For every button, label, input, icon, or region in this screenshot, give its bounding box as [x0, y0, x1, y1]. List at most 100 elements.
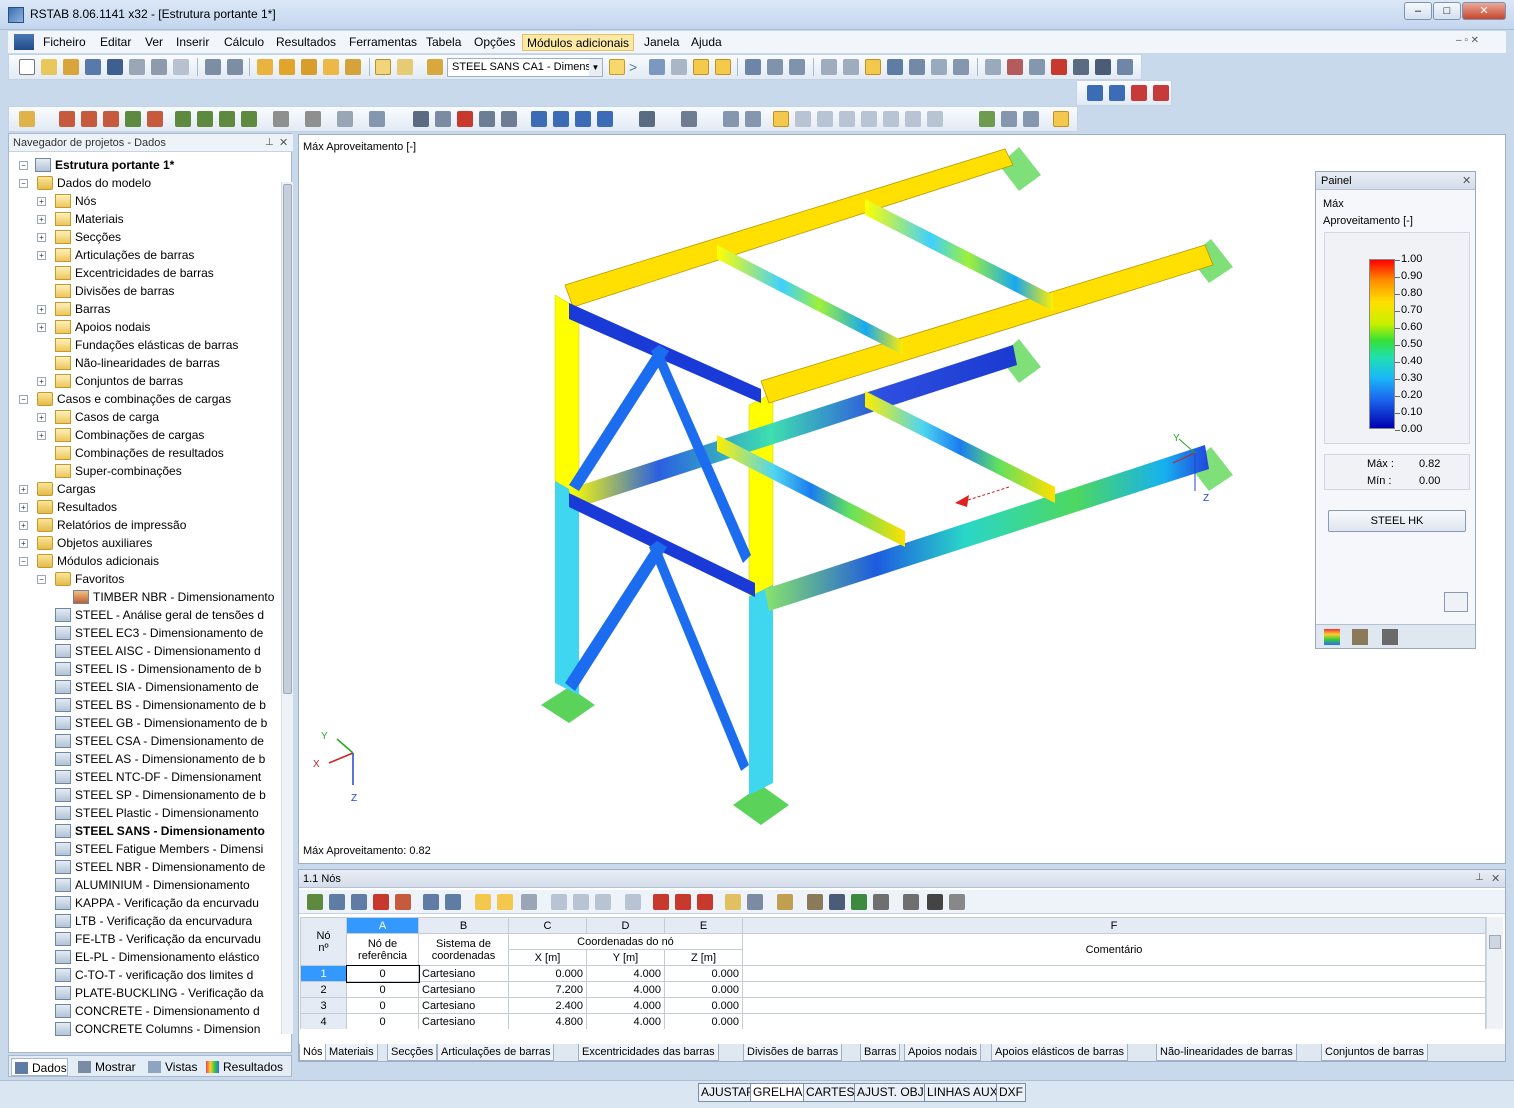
chevron-down-icon[interactable]: ▼: [589, 59, 602, 76]
menu-modulos-adicionais[interactable]: Módulos adicionais: [522, 34, 635, 51]
zoom-icon[interactable]: [865, 59, 881, 75]
new-member3-icon[interactable]: [103, 111, 119, 127]
table-tool-icon[interactable]: [949, 894, 965, 910]
factor-icon[interactable]: [1382, 629, 1398, 645]
balance-icon[interactable]: [1352, 629, 1368, 645]
tree-item[interactable]: − Casos e combinações de cargas: [9, 390, 281, 408]
table-cell[interactable]: 2: [300, 981, 347, 998]
tree-item[interactable]: ALUMINIUM - Dimensionamento: [9, 876, 281, 894]
new-hinge-icon[interactable]: [147, 111, 163, 127]
results-on-icon[interactable]: [323, 59, 339, 75]
moment-my-icon[interactable]: [861, 111, 877, 127]
dimension-icon[interactable]: [789, 59, 805, 75]
line-icon[interactable]: [745, 111, 761, 127]
tree-item[interactable]: STEEL AISC - Dimensionamento d: [9, 642, 281, 660]
col-letter-c[interactable]: C: [508, 917, 587, 934]
table-cell[interactable]: 4.800: [508, 1013, 587, 1029]
tree-item[interactable]: STEEL SP - Dimensionamento de b: [9, 786, 281, 804]
table-cell[interactable]: 0: [345, 964, 420, 983]
rotate-icon[interactable]: [909, 59, 925, 75]
tree-item[interactable]: STEEL Fatigue Members - Dimensi: [9, 840, 281, 858]
visibility-icon[interactable]: [435, 111, 451, 127]
tree-item[interactable]: Divisões de barras: [9, 282, 281, 300]
table-cell[interactable]: 4.000: [586, 981, 665, 998]
maximize-button[interactable]: □: [1433, 2, 1461, 20]
tree-item[interactable]: Não-linearidades de barras: [9, 354, 281, 372]
save-all-icon[interactable]: [85, 59, 101, 75]
preview-icon[interactable]: [173, 59, 189, 75]
status-grelha[interactable]: GRELHA: [750, 1083, 806, 1102]
export-report-icon[interactable]: [1153, 85, 1169, 101]
menu-janela[interactable]: Janela: [640, 34, 683, 51]
table-tool-icon[interactable]: [445, 894, 461, 910]
expand-icon[interactable]: +: [37, 305, 46, 314]
calculate-all-icon[interactable]: [279, 59, 295, 75]
table-row[interactable]: 3 0 Cartesiano 2.400 4.000 0.000: [300, 997, 1486, 1014]
menu-resultados[interactable]: Resultados: [272, 34, 340, 51]
menu-inserir[interactable]: Inserir: [172, 34, 213, 51]
tree-item[interactable]: − Módulos adicionais: [9, 552, 281, 570]
export-excel-icon[interactable]: [1109, 85, 1125, 101]
view-z-icon[interactable]: [575, 111, 591, 127]
table2-icon[interactable]: [397, 59, 413, 75]
support-results-icon[interactable]: [979, 111, 995, 127]
tree-item[interactable]: + Resultados: [9, 498, 281, 516]
tree-item[interactable]: + Barras: [9, 300, 281, 318]
table-cell[interactable]: 0: [346, 1013, 419, 1029]
col-letter-d[interactable]: D: [586, 917, 665, 934]
table-cell[interactable]: 0.000: [508, 965, 587, 982]
view-y-icon[interactable]: [553, 111, 569, 127]
tree-item[interactable]: + Objetos auxiliares: [9, 534, 281, 552]
table-tool-icon[interactable]: [475, 894, 491, 910]
tree-item[interactable]: STEEL - Análise geral de tensões d: [9, 606, 281, 624]
table-tool-icon[interactable]: [675, 894, 691, 910]
sheet-tab[interactable]: Divisões de barras: [743, 1044, 843, 1061]
support-6[interactable]: [733, 785, 789, 825]
undo-icon[interactable]: [205, 59, 221, 75]
close-icon[interactable]: ✕: [279, 136, 288, 149]
table-cell-comment[interactable]: [742, 997, 1486, 1014]
table-tool-icon[interactable]: [829, 894, 845, 910]
table-cell[interactable]: 0.000: [664, 1013, 743, 1029]
tree-item[interactable]: + Relatórios de impressão: [9, 516, 281, 534]
calculate-icon[interactable]: [257, 59, 273, 75]
display-icon[interactable]: [681, 111, 697, 127]
menu-calculo[interactable]: Cálculo: [220, 34, 268, 51]
table-tool-icon[interactable]: [551, 894, 567, 910]
table-tool-icon[interactable]: [423, 894, 439, 910]
tree-item[interactable]: LTB - Verificação da encurvadura: [9, 912, 281, 930]
force-n-icon[interactable]: [773, 111, 789, 127]
table-cell-comment[interactable]: [742, 981, 1486, 998]
expand-icon[interactable]: +: [19, 485, 28, 494]
moment-mt-icon[interactable]: [839, 111, 855, 127]
table-tool-icon[interactable]: [747, 894, 763, 910]
tree-item[interactable]: − Dados do modelo: [9, 174, 281, 192]
table-tool-icon[interactable]: [807, 894, 823, 910]
next-icon[interactable]: >: [629, 59, 637, 75]
expand-icon[interactable]: +: [37, 377, 46, 386]
tree-item[interactable]: FE-LTB - Verificação da encurvadu: [9, 930, 281, 948]
table-cell[interactable]: 0: [346, 981, 419, 998]
column-upper-left[interactable]: [554, 294, 580, 496]
table-tool-icon[interactable]: [903, 894, 919, 910]
sheet-tab[interactable]: Secções: [387, 1044, 438, 1061]
tree-item[interactable]: C-TO-T - verificação dos limites d: [9, 966, 281, 984]
mdi-controls[interactable]: ‒ ▫ ✕: [1456, 35, 1479, 46]
table-tool-icon[interactable]: [395, 894, 411, 910]
tree-item[interactable]: Combinações de resultados: [9, 444, 281, 462]
table-tool-icon[interactable]: [777, 894, 793, 910]
table-cell[interactable]: 0.000: [664, 965, 743, 982]
tree-item[interactable]: STEEL NTC-DF - Dimensionament: [9, 768, 281, 786]
tree-item[interactable]: − Favoritos: [9, 570, 281, 588]
status-ajust-obj[interactable]: AJUST. OBJ.: [854, 1083, 931, 1102]
collapse-icon[interactable]: −: [37, 575, 46, 584]
table-cell[interactable]: Cartesiano: [418, 965, 509, 982]
moment-mz-icon[interactable]: [883, 111, 899, 127]
table-tool-icon[interactable]: [595, 894, 611, 910]
export-pdf-icon[interactable]: [1131, 85, 1147, 101]
table-cell[interactable]: 3: [300, 997, 347, 1014]
tree-item[interactable]: STEEL SANS - Dimensionamento: [9, 822, 281, 840]
sheet-tab[interactable]: Apoios nodais: [904, 1044, 982, 1061]
tree-item[interactable]: STEEL SIA - Dimensionamento de: [9, 678, 281, 696]
guideline-icon[interactable]: [337, 111, 353, 127]
